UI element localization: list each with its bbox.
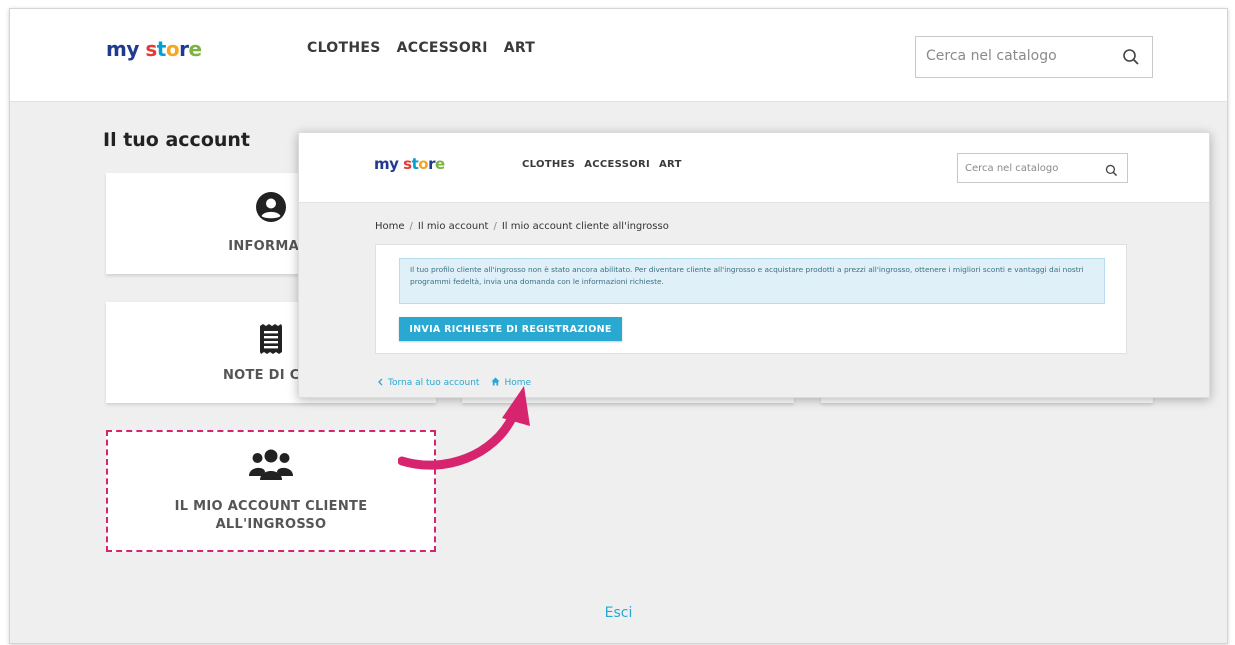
nav-item-accessori[interactable]: ACCESSORI bbox=[397, 40, 488, 56]
site-header: my store CLOTHES ACCESSORI ART bbox=[10, 9, 1227, 102]
nav-item-art[interactable]: ART bbox=[504, 40, 535, 56]
store-logo[interactable]: my store bbox=[106, 37, 202, 61]
store-logo[interactable]: my store bbox=[374, 155, 445, 173]
breadcrumb-home[interactable]: Home bbox=[375, 221, 405, 232]
breadcrumb: Home / Il mio account / Il mio account c… bbox=[375, 221, 669, 232]
chevron-left-icon bbox=[377, 378, 384, 389]
breadcrumb-separator: / bbox=[409, 221, 413, 232]
page-title: Il tuo account bbox=[103, 129, 251, 151]
site-header: my store CLOTHES ACCESSORI ART bbox=[299, 133, 1209, 203]
nav-item-clothes[interactable]: CLOTHES bbox=[307, 40, 381, 56]
user-circle-icon bbox=[255, 191, 287, 227]
annotation-arrow-icon bbox=[398, 386, 530, 470]
main-nav: CLOTHES ACCESSORI ART bbox=[307, 40, 535, 56]
search-icon[interactable] bbox=[1105, 162, 1118, 181]
search-input[interactable] bbox=[926, 37, 1116, 75]
account-card-label: IL MIO ACCOUNT CLIENTE ALL'INGROSSO bbox=[174, 499, 368, 532]
wholesale-page-preview: my store CLOTHES ACCESSORI ART Home / Il… bbox=[298, 132, 1210, 398]
search-box bbox=[957, 153, 1128, 183]
nav-item-art[interactable]: ART bbox=[659, 159, 682, 170]
breadcrumb-my-account[interactable]: Il mio account bbox=[418, 221, 489, 232]
main-nav: CLOTHES ACCESSORI ART bbox=[522, 159, 682, 170]
nav-item-accessori[interactable]: ACCESSORI bbox=[584, 159, 650, 170]
account-card-wholesale[interactable]: IL MIO ACCOUNT CLIENTE ALL'INGROSSO bbox=[106, 430, 436, 552]
search-box bbox=[915, 36, 1153, 78]
receipt-icon bbox=[259, 324, 283, 358]
nav-item-clothes[interactable]: CLOTHES bbox=[522, 159, 575, 170]
search-icon[interactable] bbox=[1122, 48, 1140, 70]
info-alert: Il tuo profilo cliente all'ingrosso non … bbox=[399, 258, 1105, 304]
breadcrumb-separator: / bbox=[493, 221, 497, 232]
breadcrumb-current: Il mio account cliente all'ingrosso bbox=[501, 221, 669, 232]
search-input[interactable] bbox=[965, 154, 1095, 182]
content-panel: Il tuo profilo cliente all'ingrosso non … bbox=[375, 244, 1127, 354]
send-registration-button[interactable]: INVIA RICHIESTE DI REGISTRAZIONE bbox=[399, 317, 622, 341]
users-group-icon bbox=[249, 448, 293, 486]
logout-link[interactable]: Esci bbox=[10, 605, 1227, 621]
